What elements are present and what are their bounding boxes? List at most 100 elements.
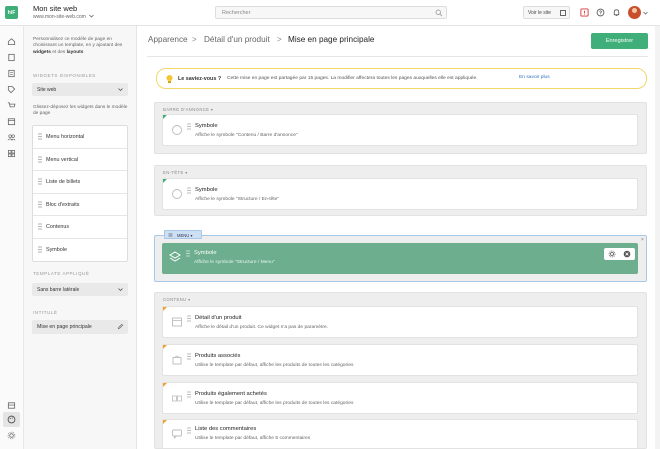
template-select[interactable]: Sans barre latérale <box>32 283 128 296</box>
palette-icon[interactable] <box>7 415 16 424</box>
drag-handle-icon[interactable] <box>187 123 191 130</box>
widget-item-menu-horizontal[interactable]: Menu horizontal <box>33 126 127 149</box>
drag-handle-icon <box>38 178 42 185</box>
save-button[interactable]: Enregistrer <box>591 33 648 49</box>
widget-label: Liste de billets <box>46 179 81 185</box>
site-url-text: www.mon-site-web.com <box>33 14 86 20</box>
home-icon[interactable] <box>7 37 16 46</box>
widget-item-symbole[interactable]: Symbole <box>33 239 127 262</box>
card-desc: Utilise le template par défaut, affiche … <box>195 401 354 406</box>
drag-handle-icon <box>38 223 42 230</box>
widgets-source-select[interactable]: Site web <box>32 83 128 96</box>
widget-card-symbole-menu[interactable]: Symbole Affiche le symbole "Structure / … <box>162 243 638 274</box>
widget-item-liste-billets[interactable]: Liste de billets <box>33 171 127 194</box>
chevron-down-icon <box>118 88 123 91</box>
breadcrumb-item-detail[interactable]: Détail d'un produit <box>204 35 270 44</box>
template-label: Template appliqué <box>33 271 90 276</box>
breadcrumb-item-current: Mise en page principale <box>288 35 375 44</box>
panel-intro: Personnalisez ce modèle de page en chois… <box>33 37 123 55</box>
card-title: Liste des commentaires <box>195 426 257 432</box>
zone-menu-tag[interactable]: MENU ▾ <box>164 230 202 239</box>
page-icon[interactable] <box>7 53 16 62</box>
zone-label[interactable]: BARRE D'ANNONCE ▾ <box>163 107 213 112</box>
chevron-down-icon[interactable] <box>643 11 648 15</box>
search-input[interactable]: Rechercher <box>215 6 447 19</box>
widget-card-symbole-entete[interactable]: Symbole Affiche le symbole "Structure / … <box>162 178 638 210</box>
pencil-icon[interactable] <box>117 323 124 330</box>
drag-handle-icon[interactable] <box>187 391 191 398</box>
template-value: Sans barre latérale <box>37 286 80 293</box>
site-url[interactable]: www.mon-site-web.com <box>33 14 94 20</box>
products-icon <box>172 395 182 402</box>
app-logo[interactable]: hiF <box>5 6 18 19</box>
tag-icon[interactable] <box>7 85 16 94</box>
help-icon[interactable] <box>596 8 605 17</box>
drag-handle-icon[interactable] <box>187 315 191 322</box>
avatar[interactable] <box>628 6 641 19</box>
breadcrumb-separator: > <box>192 35 197 44</box>
document-icon[interactable] <box>7 69 16 78</box>
card-corner <box>163 179 167 183</box>
bell-icon[interactable] <box>612 8 621 17</box>
lightbulb-icon <box>166 75 173 83</box>
widget-card-produits-associes[interactable]: Produits associés Utilise le template pa… <box>162 344 638 376</box>
gear-icon[interactable] <box>7 431 16 440</box>
close-icon[interactable]: × <box>641 237 644 243</box>
calendar-icon[interactable] <box>7 117 16 126</box>
alert-icon[interactable] <box>580 8 589 17</box>
remove-icon[interactable] <box>623 250 631 258</box>
chevron-down-icon <box>118 288 123 291</box>
symbol-icon <box>172 125 182 135</box>
product-detail-icon <box>172 317 182 327</box>
title-label: Intitulé <box>33 310 58 315</box>
icon-rail <box>0 26 24 449</box>
widget-item-contenus[interactable]: Contenus <box>33 216 127 239</box>
tip-text: Cette mise en page est partagée par 15 p… <box>227 76 478 81</box>
tip-banner: Le saviez-vous ? Cette mise en page est … <box>156 68 647 89</box>
card-title: Symbole <box>195 187 218 193</box>
tip-title: Le saviez-vous ? <box>178 76 222 82</box>
drag-handle-icon[interactable] <box>187 187 191 194</box>
card-desc: Affiche le symbole "Contenu / Barre d'an… <box>195 133 298 138</box>
search-placeholder: Rechercher <box>222 10 251 16</box>
card-title: Symbole <box>195 123 218 129</box>
drag-handle-icon <box>38 245 42 253</box>
zone-label[interactable]: EN-TÊTE ▾ <box>163 170 188 175</box>
zone-label[interactable]: CONTENU ▾ <box>163 297 191 302</box>
widget-list: Menu horizontal Menu vertical Liste de b… <box>32 125 128 262</box>
card-desc: Affiche le symbole "Structure / En-tête" <box>195 197 280 202</box>
chevron-down-icon <box>89 14 94 18</box>
breadcrumb-item-apparence[interactable]: Apparence <box>148 35 188 44</box>
widget-item-bloc-extraits[interactable]: Bloc d'extraits <box>33 194 127 216</box>
card-title: Produits associés <box>195 353 241 359</box>
widget-card-detail-produit[interactable]: Détail d'un produit Affiche le détail d'… <box>162 306 638 338</box>
apps-icon[interactable] <box>7 149 16 158</box>
gear-icon[interactable] <box>608 250 616 258</box>
card-desc: Affiche le détail d'un produit. Ce widge… <box>195 325 329 330</box>
widget-card-produits-achetes[interactable]: Produits également achetés Utilise le te… <box>162 382 638 414</box>
widget-card-liste-commentaires[interactable]: Liste des commentaires Utilise le templa… <box>162 419 638 449</box>
widget-label: Menu vertical <box>46 156 79 163</box>
card-desc: Utilise le template par défaut, affiche … <box>195 436 311 441</box>
widget-label: Menu horizontal <box>46 134 85 140</box>
drag-handle-icon[interactable] <box>187 427 191 434</box>
drag-handle-icon <box>38 155 42 163</box>
visit-site-button[interactable]: Voir le site <box>523 6 570 19</box>
title-input[interactable]: Mise en page principale <box>32 320 128 334</box>
site-title[interactable]: Mon site web <box>33 4 77 13</box>
layers-icon[interactable] <box>7 401 16 410</box>
widget-label: Bloc d'extraits <box>46 201 80 208</box>
drag-handle-icon[interactable] <box>186 250 190 257</box>
drag-handle-icon <box>168 233 173 237</box>
drag-handle-icon[interactable] <box>187 353 191 360</box>
card-title: Symbole <box>194 250 217 256</box>
scrollbar[interactable] <box>655 26 660 449</box>
users-icon[interactable] <box>7 133 16 142</box>
learn-more-link[interactable]: En savoir plus <box>519 75 550 80</box>
card-actions <box>604 248 635 260</box>
cart-icon[interactable] <box>7 101 16 110</box>
search-icon <box>435 9 443 17</box>
card-desc: Utilise le template par défaut, affiche … <box>195 363 354 368</box>
widget-item-menu-vertical[interactable]: Menu vertical <box>33 149 127 171</box>
widget-card-symbole-barre[interactable]: Symbole Affiche le symbole "Contenu / Ba… <box>162 114 638 146</box>
